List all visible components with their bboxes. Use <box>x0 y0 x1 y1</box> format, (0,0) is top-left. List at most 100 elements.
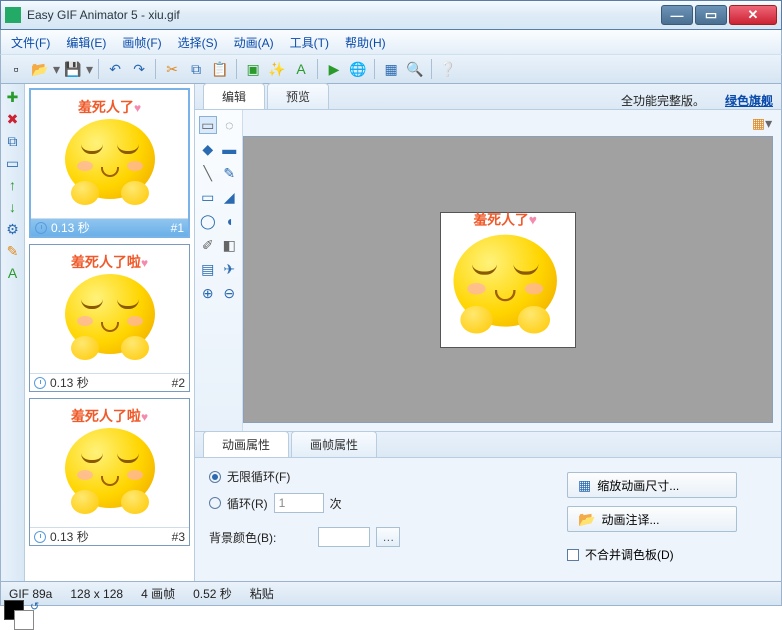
maximize-button[interactable]: ▭ <box>695 5 727 25</box>
copy-button[interactable]: ⧉ <box>185 58 207 80</box>
menu-animate[interactable]: 动画(A) <box>230 32 278 53</box>
promo-link[interactable]: 绿色旗舰 <box>725 92 773 109</box>
frame-duration: 0.13 秒 <box>51 219 171 236</box>
save-button[interactable]: 💾 <box>62 58 84 80</box>
main-toolbar: ▫ 📂 ▾ 💾 ▾ ↶ ↷ ✂ ⧉ 📋 ▣ ✨ A ▶ 🌐 ▦ 🔍 ❔ <box>0 54 782 84</box>
select-tool[interactable]: ▭ <box>199 116 217 134</box>
window-title: Easy GIF Animator 5 - xiu.gif <box>27 8 661 22</box>
zoom-out-tool[interactable]: ⊖ <box>221 284 239 302</box>
canvas-frame-title: 羞死人了 <box>473 211 528 227</box>
menu-select[interactable]: 选择(S) <box>174 32 222 53</box>
minimize-button[interactable]: — <box>661 5 693 25</box>
checkbox-nomerge[interactable] <box>567 549 579 561</box>
frame-index: #2 <box>172 376 185 390</box>
clock-icon <box>35 222 47 234</box>
status-format: GIF 89a <box>9 587 52 601</box>
loop-count-input[interactable]: 1 <box>274 493 324 513</box>
brush-tool[interactable]: ✎ <box>221 164 239 182</box>
frame-index: #3 <box>172 530 185 544</box>
menu-help[interactable]: 帮助(H) <box>341 32 390 53</box>
swap-colors-icon[interactable]: ↺ <box>30 600 39 613</box>
tab-anim-props[interactable]: 动画属性 <box>203 431 289 457</box>
label-bgcolor: 背景颜色(B): <box>209 529 276 546</box>
delete-frame-button[interactable]: ✖ <box>4 110 22 128</box>
settings-button[interactable]: ⚙ <box>4 220 22 238</box>
shape-tool[interactable]: ◢ <box>221 188 239 206</box>
editor-pane: 编辑 预览 全功能完整版。 绿色旗舰 ▭◌ ◆▬ ╲✎ ▭◢ ◯◖ ✐◧ ▤✈ … <box>195 84 781 581</box>
insert-blank-button[interactable]: ▭ <box>4 154 22 172</box>
status-dims: 128 x 128 <box>70 587 123 601</box>
text-button[interactable]: A <box>290 58 312 80</box>
bgcolor-picker-button[interactable]: … <box>376 527 400 547</box>
effects-button[interactable]: ✎ <box>4 242 22 260</box>
duplicate-frame-button[interactable]: ⧉ <box>4 132 22 150</box>
frame-duration: 0.13 秒 <box>50 528 172 545</box>
move-up-button[interactable]: ↑ <box>4 176 22 194</box>
main-area: ✚ ✖ ⧉ ▭ ↑ ↓ ⚙ ✎ A 羞死人了♥ 0.13 秒 #1 <box>0 84 782 581</box>
rect-tool[interactable]: ▭ <box>199 188 217 206</box>
canvas-container: ▦▾ 羞死人了♥ <box>243 110 781 431</box>
background-color[interactable] <box>14 610 34 630</box>
frame-thumb[interactable]: 羞死人了啦♥ 0.13 秒 #2 <box>29 244 190 392</box>
help-button[interactable]: ❔ <box>437 58 459 80</box>
editor-tabs: 编辑 预览 全功能完整版。 绿色旗舰 <box>195 84 781 110</box>
canvas[interactable]: 羞死人了♥ <box>440 212 576 348</box>
arc-tool[interactable]: ◖ <box>221 212 238 230</box>
statusbar: GIF 89a 128 x 128 4 画帧 0.52 秒 粘贴 <box>0 581 782 606</box>
ellipse-tool[interactable]: ◯ <box>199 212 217 230</box>
frame-thumb[interactable]: 羞死人了啦♥ 0.13 秒 #3 <box>29 398 190 546</box>
dropdown-icon[interactable]: ▾ <box>53 62 60 76</box>
clock-icon <box>34 531 46 543</box>
play-button[interactable]: ▶ <box>323 58 345 80</box>
bgcolor-swatch[interactable] <box>318 527 370 547</box>
redo-button[interactable]: ↷ <box>128 58 150 80</box>
label-loop-count: 循环(R) <box>227 495 268 512</box>
open-button[interactable]: 📂 <box>29 58 51 80</box>
insert-image-button[interactable]: ▣ <box>242 58 264 80</box>
radio-loop-forever[interactable] <box>209 471 221 483</box>
zoom-in-tool[interactable]: ⊕ <box>199 284 217 302</box>
marquee-tool[interactable]: ◌ <box>221 116 239 134</box>
close-button[interactable]: ✕ <box>729 5 777 25</box>
frame-index: #1 <box>171 221 184 235</box>
frame-thumb[interactable]: 羞死人了♥ 0.13 秒 #1 <box>29 88 190 238</box>
anim-comment-button[interactable]: 📂动画注译... <box>567 506 737 532</box>
menu-tools[interactable]: 工具(T) <box>286 32 333 53</box>
new-button[interactable]: ▫ <box>5 58 27 80</box>
undo-button[interactable]: ↶ <box>104 58 126 80</box>
canvas-area[interactable]: 羞死人了♥ <box>243 136 773 423</box>
resize-icon: ▦ <box>578 478 591 492</box>
radio-loop-count[interactable] <box>209 497 221 509</box>
text-frame-button[interactable]: A <box>4 264 22 282</box>
fill-tool[interactable]: ◆ <box>199 140 217 158</box>
menu-file[interactable]: 文件(F) <box>7 32 54 53</box>
label-times: 次 <box>330 495 342 512</box>
line-tool[interactable]: ╲ <box>199 164 217 182</box>
tab-preview[interactable]: 预览 <box>267 83 329 109</box>
frames-panel[interactable]: 羞死人了♥ 0.13 秒 #1 羞死人了啦♥ <box>25 84 195 581</box>
tab-frame-props[interactable]: 画帧属性 <box>291 431 377 457</box>
label-nomerge: 不合并调色板(D) <box>585 546 674 563</box>
canvas-options-button[interactable]: ▦▾ <box>751 112 773 134</box>
preview-browser-button[interactable]: 🌐 <box>347 58 369 80</box>
frame-duration: 0.13 秒 <box>50 374 172 391</box>
gradient-tool[interactable]: ▬ <box>221 140 239 158</box>
cut-button[interactable]: ✂ <box>161 58 183 80</box>
resize-anim-button[interactable]: ▦缩放动画尺寸... <box>567 472 737 498</box>
editor-body: ▭◌ ◆▬ ╲✎ ▭◢ ◯◖ ✐◧ ▤✈ ⊕⊖ ↺ ▦▾ <box>195 110 781 431</box>
wizard-button[interactable]: ✨ <box>266 58 288 80</box>
spray-tool[interactable]: ✈ <box>221 260 239 278</box>
menu-frame[interactable]: 画帧(F) <box>118 32 165 53</box>
eraser-tool[interactable]: ◧ <box>221 236 239 254</box>
tab-edit[interactable]: 编辑 <box>203 83 265 109</box>
properties-panel: 动画属性 画帧属性 无限循环(F) 循环(R) 1 次 <box>195 431 781 581</box>
add-frame-button[interactable]: ✚ <box>4 88 22 106</box>
export-button[interactable]: ▦ <box>380 58 402 80</box>
dropdown-icon[interactable]: ▾ <box>86 62 93 76</box>
move-tool[interactable]: ▤ <box>199 260 217 278</box>
eyedropper-tool[interactable]: ✐ <box>199 236 217 254</box>
search-button[interactable]: 🔍 <box>404 58 426 80</box>
menu-edit[interactable]: 编辑(E) <box>62 32 110 53</box>
paste-button[interactable]: 📋 <box>209 58 231 80</box>
move-down-button[interactable]: ↓ <box>4 198 22 216</box>
